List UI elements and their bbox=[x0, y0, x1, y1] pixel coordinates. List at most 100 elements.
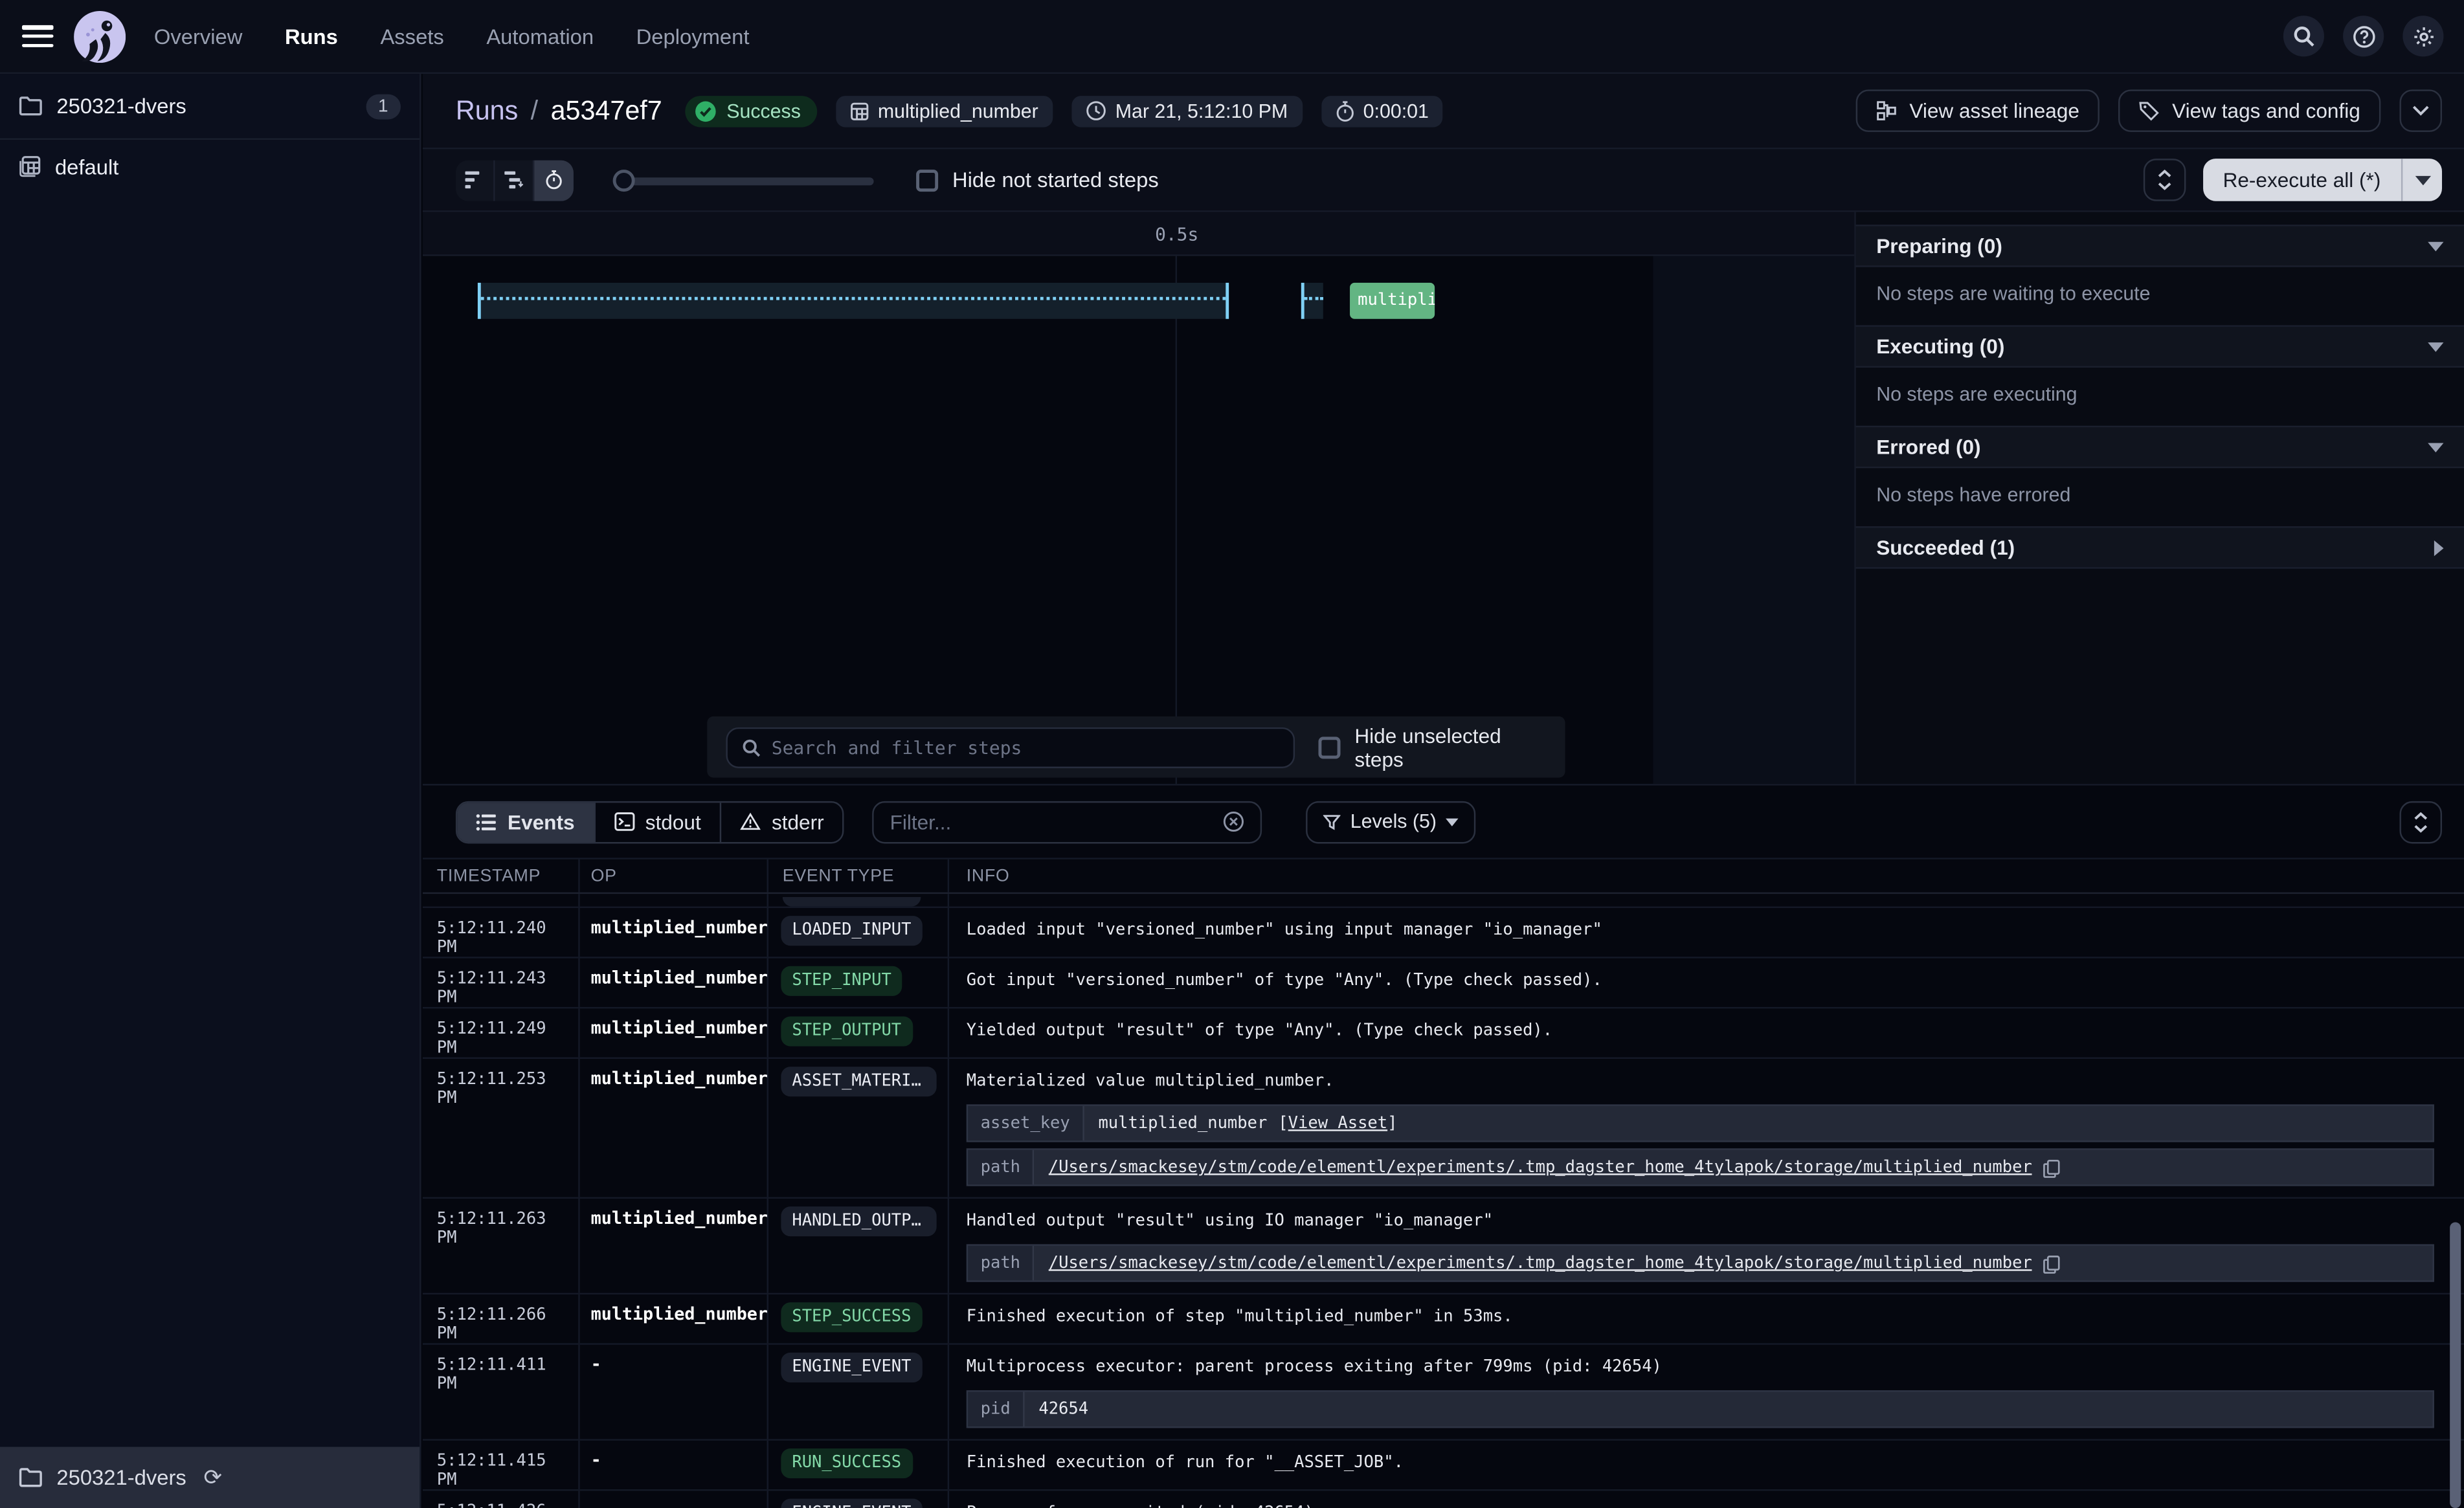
tab-stdout[interactable]: stdout bbox=[595, 802, 721, 841]
clear-filter-icon[interactable] bbox=[1223, 810, 1245, 832]
tab-events[interactable]: Events bbox=[457, 802, 595, 841]
log-row[interactable]: 5:12:11.426 PM-ENGINE_EVENTProcess for r… bbox=[423, 1491, 2464, 1508]
dagster-logo-icon[interactable] bbox=[74, 10, 126, 62]
nav-item-overview[interactable]: Overview bbox=[154, 25, 243, 48]
path-link[interactable]: /Users/smackesey/stm/code/elementl/exper… bbox=[1049, 1158, 2032, 1179]
view-asset-lineage-button[interactable]: View asset lineage bbox=[1856, 89, 2100, 132]
levels-label: Levels (5) bbox=[1350, 810, 1437, 832]
nav-item-runs[interactable]: Runs bbox=[285, 25, 338, 48]
slider-knob[interactable] bbox=[613, 169, 635, 191]
event-type-badge: ENGINE_EVENT bbox=[781, 1353, 922, 1382]
vertical-scrollbar-thumb[interactable] bbox=[2450, 1222, 2461, 1508]
sidebar-item-repo[interactable]: 250321-dvers 1 bbox=[0, 74, 420, 140]
metadata-link-group: [View Asset] bbox=[1278, 1114, 1397, 1135]
tab-stderr[interactable]: stderr bbox=[721, 802, 842, 841]
step-section-header-0[interactable]: Preparing (0) bbox=[1856, 225, 2464, 267]
copy-icon[interactable] bbox=[2043, 1159, 2061, 1177]
info-text: Multiprocess executor: parent process ex… bbox=[967, 1357, 2445, 1378]
caret-down-icon bbox=[2428, 342, 2443, 351]
event-type-cell: LOADED_INPUT bbox=[768, 908, 949, 957]
settings-gear-icon[interactable] bbox=[2402, 16, 2443, 56]
log-row[interactable]: 5:12:11.263 PMmultiplied_numberHANDLED_O… bbox=[423, 1199, 2464, 1294]
gantt-chart[interactable]: multiplied_number Hide unselected steps bbox=[423, 256, 1854, 784]
hide-unselected-checkbox-row[interactable]: Hide unselected steps bbox=[1319, 724, 1547, 771]
event-type-cell: STEP_INPUT bbox=[768, 959, 949, 1007]
repo-count-badge: 1 bbox=[366, 93, 401, 118]
hide-unselected-checkbox[interactable] bbox=[1319, 736, 1341, 758]
step-section-empty-message: No steps have errored bbox=[1856, 468, 2464, 526]
hide-not-started-checkbox-row[interactable]: Hide not started steps bbox=[916, 168, 1159, 192]
status-label: Success bbox=[726, 100, 801, 122]
menu-icon[interactable] bbox=[22, 25, 54, 47]
sidebar-item-job-default[interactable]: default bbox=[0, 140, 420, 194]
gantt-step-box[interactable]: multiplied_number bbox=[1350, 283, 1435, 319]
top-nav: Overview Runs Assets Automation Deployment bbox=[0, 0, 2464, 74]
view-timed-button[interactable] bbox=[534, 159, 574, 200]
search-icon[interactable] bbox=[2283, 16, 2324, 56]
lineage-icon bbox=[1876, 100, 1897, 121]
run-header-more-button[interactable] bbox=[2399, 89, 2442, 132]
log-row[interactable]: 5:12:11.266 PMmultiplied_numberSTEP_SUCC… bbox=[423, 1294, 2464, 1345]
view-waterfall-button[interactable] bbox=[495, 159, 535, 200]
log-row[interactable]: 5:12:11.411 PM-ENGINE_EVENTMultiprocess … bbox=[423, 1345, 2464, 1441]
nav-item-automation[interactable]: Automation bbox=[486, 25, 594, 48]
column-header-label: TIMESTAMP bbox=[437, 867, 541, 885]
copy-icon[interactable] bbox=[2043, 1254, 2061, 1273]
timestamp-cell: 5:12:11.253 PM bbox=[423, 1059, 580, 1197]
stopwatch-icon bbox=[1335, 100, 1354, 122]
log-row[interactable]: 5:12:11.240 PMmultiplied_numberLOADED_IN… bbox=[423, 908, 2464, 959]
view-asset-link[interactable]: View Asset bbox=[1288, 1114, 1387, 1133]
reexecute-all-button[interactable]: Re-execute all (*) bbox=[2202, 159, 2401, 201]
path-link[interactable]: /Users/smackesey/stm/code/elementl/exper… bbox=[1049, 1254, 2032, 1274]
op-cell: multiplied_number bbox=[580, 908, 768, 957]
log-row[interactable]: 5:12:11.415 PM-RUN_SUCCESSFinished execu… bbox=[423, 1441, 2464, 1491]
sidebar-footer[interactable]: 250321-dvers ⟳ bbox=[0, 1447, 420, 1508]
run-header: Runs / a5347ef7 Success multiplied_numbe… bbox=[423, 74, 2464, 150]
asset-tag[interactable]: multiplied_number bbox=[835, 95, 1052, 127]
log-row[interactable]: 5:12:11.249 PMmultiplied_numberSTEP_OUTP… bbox=[423, 1008, 2464, 1059]
log-row-partial[interactable] bbox=[423, 894, 2464, 908]
expand-gantt-button[interactable] bbox=[2143, 159, 2186, 201]
step-search-input[interactable] bbox=[772, 736, 1279, 758]
timestamp-cell: 5:12:11.263 PM bbox=[423, 1199, 580, 1293]
chevron-down-icon bbox=[2412, 105, 2430, 116]
column-header-timestamp: TIMESTAMP bbox=[423, 859, 580, 893]
step-section-header-2[interactable]: Errored (0) bbox=[1856, 426, 2464, 469]
event-type-badge: STEP_SUCCESS bbox=[781, 1302, 922, 1332]
hide-not-started-checkbox[interactable] bbox=[916, 169, 938, 191]
time-gridline bbox=[1176, 256, 1177, 784]
expand-logs-button[interactable] bbox=[2399, 801, 2442, 843]
event-type-badge: STEP_INPUT bbox=[781, 966, 902, 996]
nav-item-deployment[interactable]: Deployment bbox=[636, 25, 750, 48]
step-waiting-span-short[interactable] bbox=[1301, 283, 1323, 319]
view-tags-config-label: View tags and config bbox=[2172, 99, 2360, 122]
op-cell: - bbox=[580, 1441, 768, 1489]
step-section-header-1[interactable]: Executing (0) bbox=[1856, 325, 2464, 368]
gantt-zoom-slider[interactable] bbox=[613, 159, 874, 200]
slider-track[interactable] bbox=[613, 177, 874, 184]
info-cell: Materialized value multiplied_number.ass… bbox=[949, 1059, 2464, 1197]
help-icon[interactable] bbox=[2343, 16, 2384, 56]
log-row[interactable]: 5:12:11.243 PMmultiplied_numberSTEP_INPU… bbox=[423, 959, 2464, 1009]
hide-not-started-label: Hide not started steps bbox=[952, 168, 1159, 192]
log-row[interactable]: 5:12:11.253 PMmultiplied_numberASSET_MAT… bbox=[423, 1059, 2464, 1199]
levels-dropdown-button[interactable]: Levels (5) bbox=[1306, 801, 1476, 843]
reload-icon[interactable]: ⟳ bbox=[203, 1464, 221, 1491]
event-type-cell: STEP_SUCCESS bbox=[768, 1294, 949, 1343]
log-filter-input[interactable] bbox=[890, 810, 1211, 833]
metadata-value: multiplied_number[View Asset] bbox=[1084, 1106, 2433, 1140]
info-text: Process for run exited (pid: 42654). bbox=[967, 1503, 2445, 1508]
view-tags-config-button[interactable]: View tags and config bbox=[2119, 89, 2381, 132]
nav-item-assets[interactable]: Assets bbox=[380, 25, 443, 48]
step-section-title: Executing (0) bbox=[1876, 335, 2004, 358]
step-section-header-3[interactable]: Succeeded (1) bbox=[1856, 526, 2464, 569]
step-search-field[interactable] bbox=[726, 727, 1295, 768]
reexecute-dropdown-button[interactable] bbox=[2401, 159, 2442, 201]
log-filter-field[interactable] bbox=[873, 801, 1262, 843]
step-waiting-span[interactable] bbox=[478, 283, 1229, 319]
event-type-badge: STEP_OUTPUT bbox=[781, 1016, 912, 1046]
view-flat-button[interactable] bbox=[456, 159, 495, 200]
op-cell: multiplied_number bbox=[580, 1059, 768, 1197]
event-type-badge: HANDLED_OUTPUT bbox=[781, 1206, 936, 1236]
breadcrumb-runs-link[interactable]: Runs bbox=[456, 95, 518, 127]
